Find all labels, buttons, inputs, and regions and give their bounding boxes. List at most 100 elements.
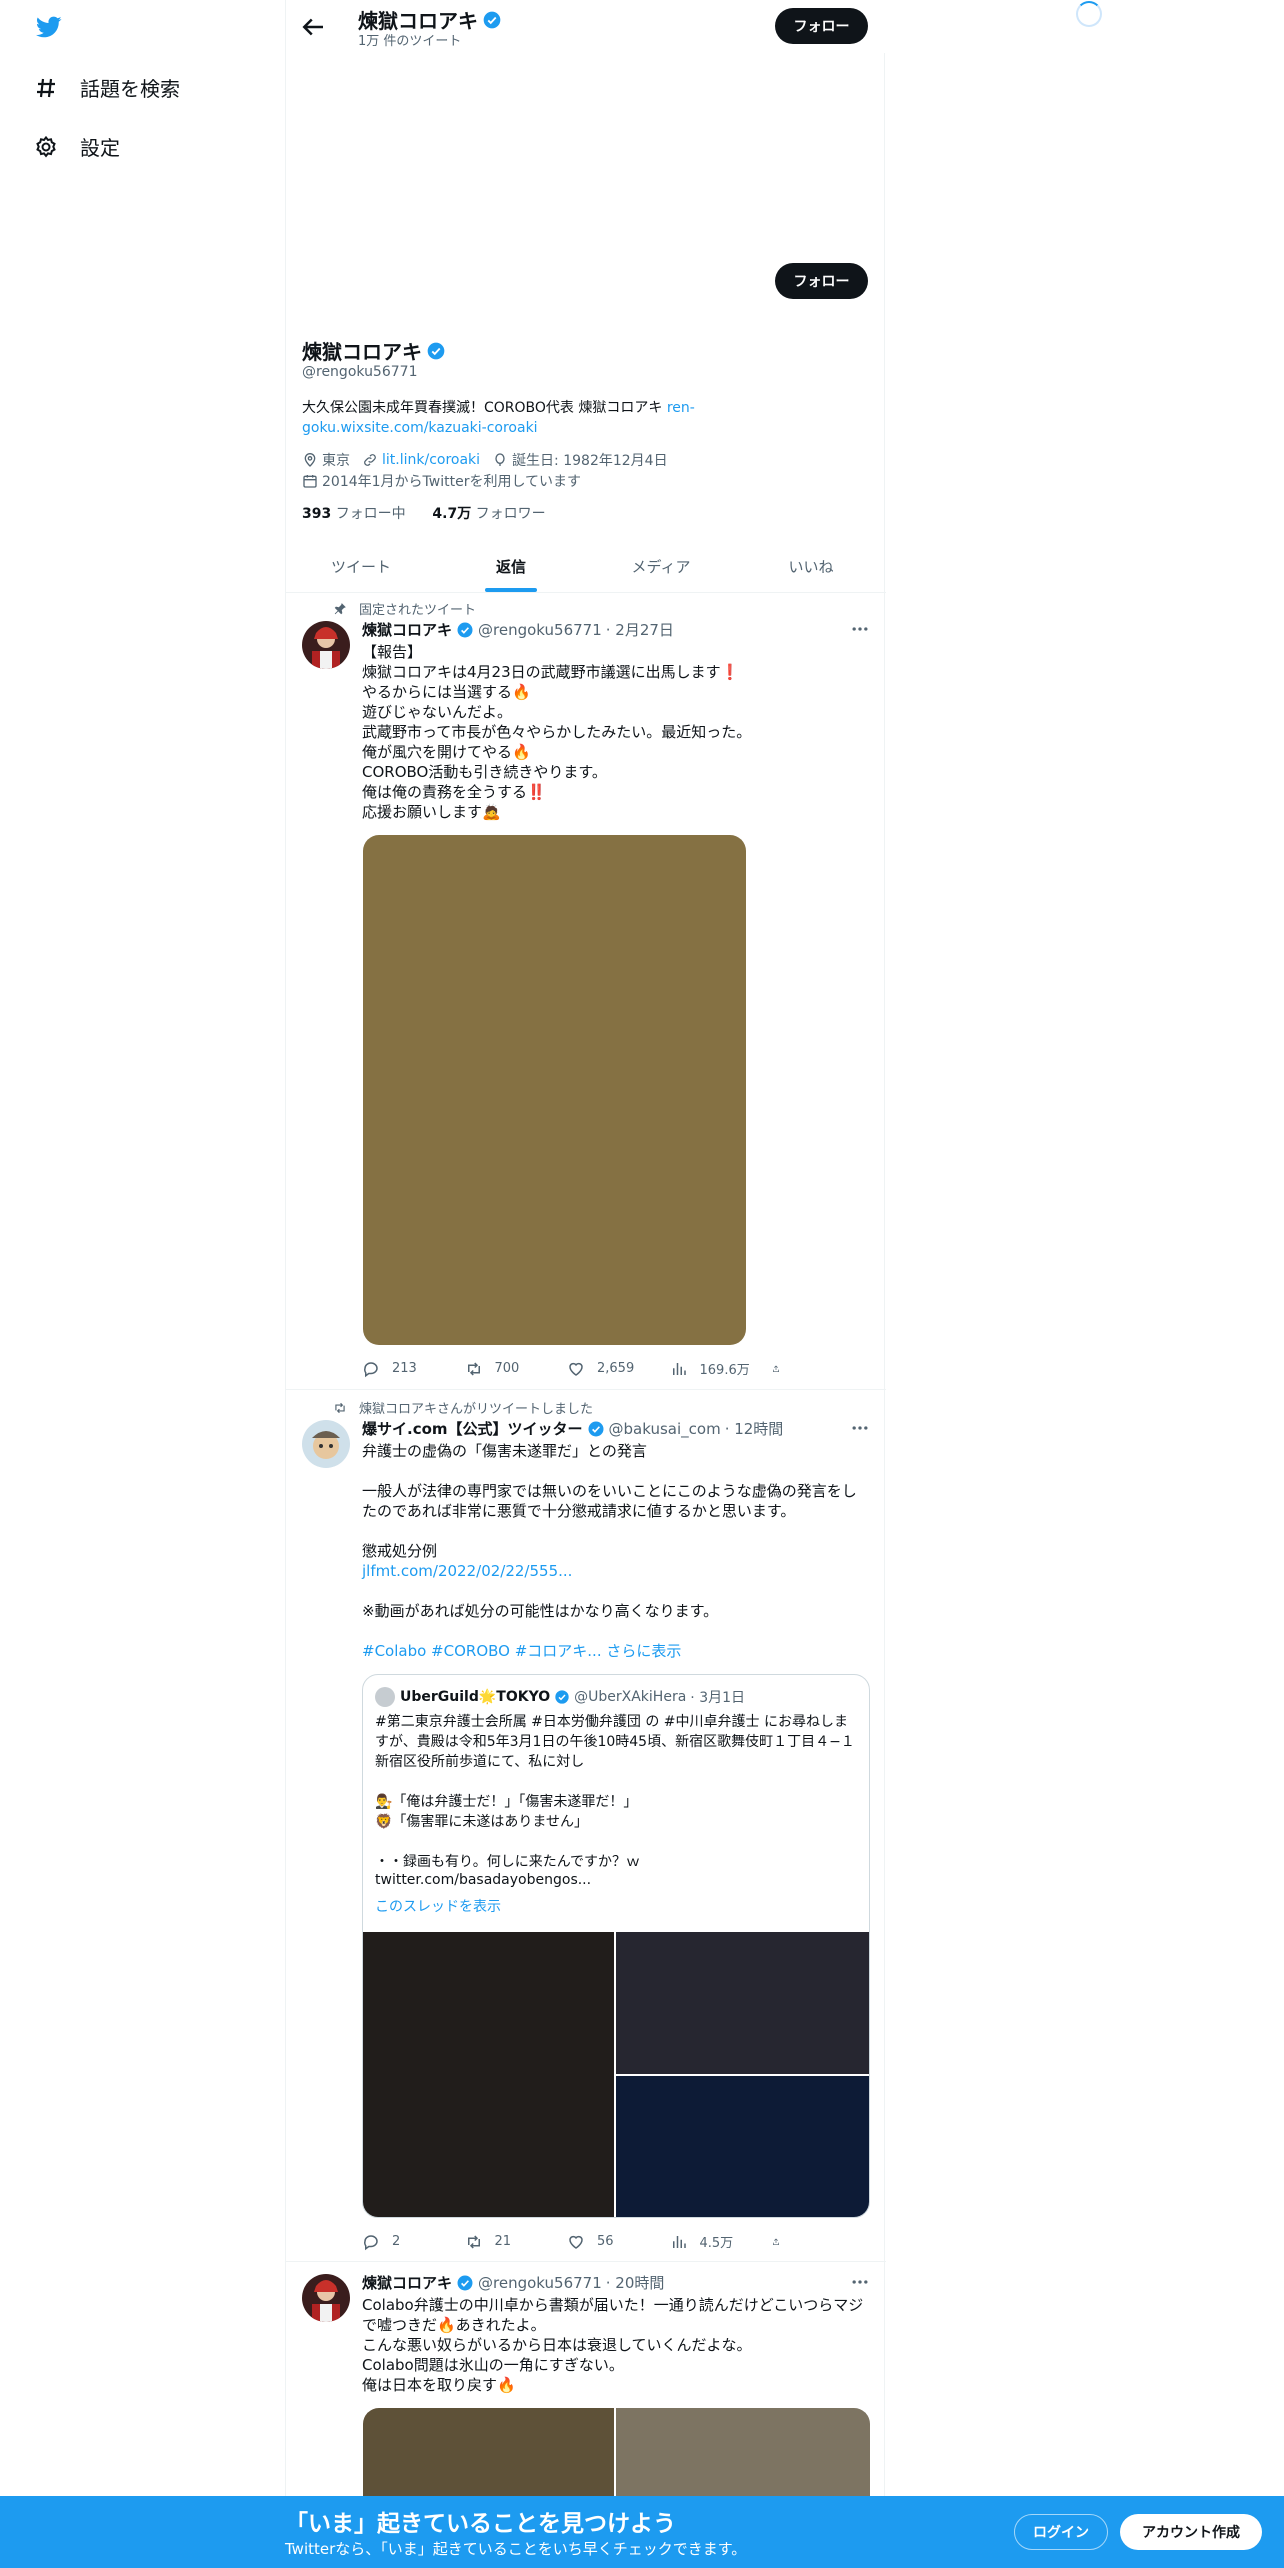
tweet-hashtags[interactable]: #Colabo #COROBO #コロアキ...: [362, 1642, 602, 1660]
header-tweet-count: 1万 件のツイート: [358, 34, 462, 49]
tweet-tags-row: #Colabo #COROBO #コロアキ... さらに表示: [362, 1641, 870, 1661]
author-name[interactable]: 爆サイ.com【公式】ツイッター: [362, 1418, 583, 1439]
reply-button[interactable]: 213: [362, 1359, 462, 1378]
retweet-icon: [335, 1402, 345, 1413]
retweet-button[interactable]: 21: [465, 2232, 565, 2251]
context-text: 固定されたツイート: [359, 603, 477, 618]
banner-title: 「いま」起きていることを見つけよう: [285, 2511, 676, 2537]
nav-explore-label: 話題を検索: [80, 77, 180, 101]
like-button[interactable]: 56: [567, 2232, 667, 2251]
views-button[interactable]: 4.5万: [670, 2232, 770, 2251]
author-handle[interactable]: @bakusai_com: [609, 1420, 721, 1438]
tweet-link[interactable]: jlfmt.com/2022/02/22/555...: [362, 1561, 870, 1581]
pinned-context: 固定されたツイート: [334, 599, 477, 618]
tweet-pinned[interactable]: 固定されたツイート 煉獄コロアキ @rengoku56771 · 2月27日 【…: [286, 593, 886, 1390]
followers-label: フォロワー: [475, 506, 546, 522]
more-options-icon[interactable]: [850, 2272, 870, 2292]
header-follow-button[interactable]: フォロー: [775, 8, 868, 44]
tweet-time[interactable]: · 2月27日: [606, 619, 674, 640]
verified-badge-icon: [457, 622, 473, 637]
nav-settings-label: 設定: [80, 136, 120, 160]
profile-location: 東京: [322, 453, 350, 469]
calendar-icon: [303, 475, 317, 488]
profile-url[interactable]: lit.link/coroaki: [382, 452, 480, 468]
quoted-tweet[interactable]: UberGuild🌟TOKYO @UberXAkiHera · 3月1日 #第二…: [362, 1674, 870, 2218]
more-options-icon[interactable]: [850, 619, 870, 639]
nav-settings[interactable]: 設定: [34, 132, 120, 161]
verified-badge-icon: [427, 342, 445, 359]
tweet-time[interactable]: · 20時間: [606, 2272, 665, 2293]
profile-follow-button[interactable]: フォロー: [775, 263, 868, 299]
profile-stats: 393 フォロー中 4.7万 フォロワー: [302, 503, 546, 523]
quote-image-1[interactable]: [363, 1932, 614, 2217]
pin-icon: [334, 602, 346, 614]
retweet-icon: [467, 2234, 480, 2249]
profile-tabs: ツイート 返信 メディア いいね: [286, 540, 886, 593]
avatar[interactable]: [302, 2274, 350, 2322]
login-button[interactable]: ログイン: [1014, 2514, 1108, 2550]
retweet-context: 煉獄コロアキさんがリツイートしました: [335, 1398, 593, 1417]
author-name[interactable]: 煉獄コロアキ: [362, 2272, 452, 2293]
quote-image-3[interactable]: [616, 2076, 869, 2217]
retweet-button[interactable]: 700: [465, 1359, 565, 1378]
tweet-text: 弁護士の虚偽の「傷害未遂罪だ」との発言 一般人が法律の専門家では無いのをいいこと…: [362, 1442, 857, 1560]
followers-stat[interactable]: 4.7万 フォロワー: [432, 506, 545, 522]
back-arrow-icon[interactable]: [298, 12, 328, 42]
profile-birthday: 誕生日: 1982年12月4日: [512, 453, 668, 469]
views-button[interactable]: 169.6万: [670, 1359, 770, 1378]
banner-subtitle: Twitterなら、「いま」起きていることをいち早くチェックできます。: [285, 2540, 747, 2558]
view-count: 169.6万: [699, 1363, 750, 1378]
reply-icon: [364, 2234, 378, 2250]
nav-explore[interactable]: 話題を検索: [34, 73, 180, 102]
tab-likes[interactable]: いいね: [736, 540, 886, 592]
author-name[interactable]: 煉獄コロアキ: [362, 619, 452, 640]
verified-badge-icon: [457, 2275, 473, 2290]
share-button[interactable]: [772, 2232, 792, 2251]
profile-meta: 東京 lit.link/coroaki 誕生日: 1982年12月4日: [302, 450, 680, 470]
link-icon: [364, 454, 376, 466]
profile-name: 煉獄コロアキ: [302, 336, 446, 365]
followers-count: 4.7万: [432, 506, 472, 522]
reply-icon: [364, 1361, 378, 1377]
left-sidebar: 話題を検索 設定: [0, 0, 285, 2568]
views-icon: [672, 2235, 686, 2248]
views-icon: [672, 1362, 686, 1375]
tweet-image[interactable]: [363, 835, 746, 1345]
following-stat[interactable]: 393 フォロー中: [302, 506, 406, 522]
tab-media[interactable]: メディア: [586, 540, 736, 592]
profile-handle: @rengoku56771: [302, 364, 418, 380]
profile-bio: 大久保公園未成年買春撲滅！COROBO代表 煉獄コロアキ ren-goku.wi…: [302, 398, 742, 438]
tweet-actions: 213 700 2,659 169.6万: [362, 1359, 792, 1378]
profile-joined-row: 2014年1月からTwitterを利用しています: [302, 471, 593, 491]
retweet-count: 21: [494, 2234, 512, 2249]
signup-button[interactable]: アカウント作成: [1120, 2514, 1262, 2550]
tweet-header: 煉獄コロアキ @rengoku56771 · 20時間: [362, 2272, 664, 2293]
tab-tweets[interactable]: ツイート: [286, 540, 436, 592]
avatar[interactable]: [302, 1420, 350, 1468]
reply-count: 213: [392, 1361, 417, 1376]
share-button[interactable]: [772, 1359, 792, 1378]
quote-header: UberGuild🌟TOKYO @UberXAkiHera · 3月1日: [375, 1687, 745, 1707]
twitter-logo-icon[interactable]: [34, 14, 64, 40]
heart-icon: [569, 1362, 583, 1376]
profile-name-text: 煉獄コロアキ: [302, 340, 422, 364]
quote-handle: @UberXAkiHera: [574, 1689, 687, 1705]
quote-image-2[interactable]: [616, 1932, 869, 2074]
loading-spinner-icon: [1076, 1, 1102, 27]
following-count: 393: [302, 506, 332, 522]
quote-link[interactable]: twitter.com/basadayobengos...: [375, 1872, 591, 1888]
tweet-time[interactable]: · 12時間: [725, 1418, 784, 1439]
reply-button[interactable]: 2: [362, 2232, 462, 2251]
author-handle[interactable]: @rengoku56771: [478, 2274, 602, 2292]
tweet-retweet[interactable]: 煉獄コロアキさんがリツイートしました 爆サイ.com【公式】ツイッター @bak…: [286, 1390, 886, 2262]
tab-replies[interactable]: 返信: [436, 540, 586, 592]
show-thread-link[interactable]: このスレッドを表示: [375, 1896, 501, 1916]
retweet-count: 700: [494, 1361, 520, 1376]
avatar[interactable]: [302, 621, 350, 669]
tweet-header: 煉獄コロアキ @rengoku56771 · 2月27日: [362, 619, 674, 640]
author-handle[interactable]: @rengoku56771: [478, 621, 602, 639]
like-button[interactable]: 2,659: [567, 1359, 667, 1378]
show-more-link[interactable]: さらに表示: [602, 1642, 681, 1660]
more-options-icon[interactable]: [850, 1418, 870, 1438]
quote-author-name: UberGuild🌟TOKYO: [400, 1689, 551, 1705]
